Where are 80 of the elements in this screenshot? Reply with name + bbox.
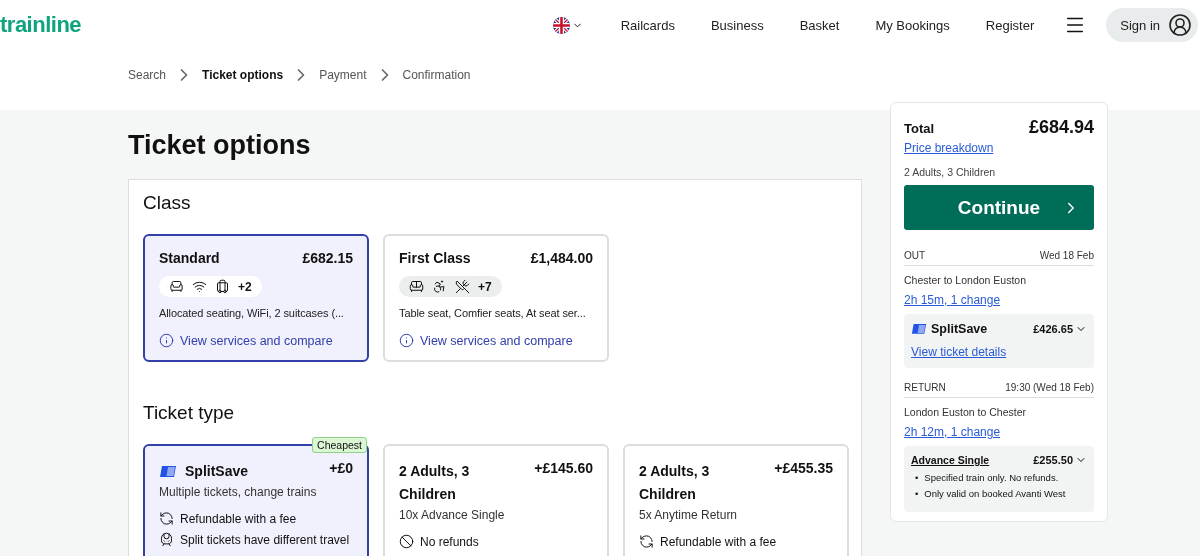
user-icon: [1168, 13, 1192, 37]
ticket-details-link[interactable]: View ticket details: [911, 345, 1007, 359]
ticket-subtitle: 5x Anytime Return: [639, 508, 739, 522]
train-icon: [159, 532, 174, 547]
breadcrumb-item[interactable]: Ticket options: [202, 68, 284, 82]
class-card[interactable]: Standard £682.15 +2 Allocated seating, WiFi, 2 suitcases (... View services and compare: [143, 234, 369, 362]
class-price: £682.15: [302, 250, 353, 266]
duration-link[interactable]: 2h 12m, 1 change: [904, 425, 1001, 439]
feature-text: Split tickets have different travel: [180, 532, 350, 547]
page-title: Ticket options: [128, 130, 312, 161]
ticket-note: Specified train only. No refunds.: [924, 472, 1059, 483]
language-selector[interactable]: [552, 16, 583, 34]
breadcrumb-item[interactable]: Confirmation: [402, 68, 471, 82]
duration-link[interactable]: 2h 15m, 1 change: [904, 293, 1001, 307]
splitsave-logo-icon: [911, 324, 927, 334]
feature-text: Refundable with a fee: [180, 511, 297, 526]
splitsave-logo-icon: [159, 465, 177, 478]
ticket-title: SplitSave: [185, 462, 249, 481]
ticket-summary-price: £255.50: [1033, 454, 1073, 466]
ticket-card[interactable]: 2 Adults, 3 Children +£455.35 5x Anytime Return Refundable with a fee: [623, 444, 849, 556]
total-label: Total: [904, 121, 935, 136]
compare-link[interactable]: View services and compare: [159, 333, 353, 348]
nav-link[interactable]: Business: [692, 17, 782, 33]
refresh-icon: [159, 511, 174, 526]
class-summary: Allocated seating, WiFi, 2 suitcases (...: [159, 307, 345, 319]
total-price: £684.94: [1028, 117, 1094, 138]
ticket-subtitle: Multiple tickets, change trains: [159, 485, 318, 499]
breadcrumb-item[interactable]: Payment: [319, 68, 367, 82]
price-breakdown-link[interactable]: Price breakdown: [904, 141, 994, 155]
section-title: Ticket type: [143, 402, 236, 424]
continue-button[interactable]: Continue: [904, 185, 1094, 230]
journey-route: Chester to London Euston: [904, 274, 1027, 286]
refresh-icon: [639, 534, 654, 549]
journey-label: OUT: [904, 250, 926, 261]
info-icon: [159, 333, 174, 348]
nav-link[interactable]: My Bookings: [857, 17, 968, 33]
sign-in-button[interactable]: Sign in: [1106, 8, 1198, 42]
seat-icon: [409, 279, 424, 294]
ticket-title: 2 Adults, 3 Children: [399, 462, 471, 504]
cheapest-badge: Cheapest: [312, 437, 367, 453]
ticket-name[interactable]: Advance Single: [911, 454, 990, 466]
passengers-text: 2 Adults, 3 Children: [904, 166, 997, 178]
luggage-icon: [215, 279, 230, 294]
feature-text: Refundable with a fee: [660, 534, 777, 549]
bullet: •: [915, 472, 919, 483]
no-entry-icon: [399, 534, 414, 549]
bullet: •: [915, 488, 919, 499]
class-price: £1,484.00: [530, 250, 593, 266]
info-icon: [399, 333, 414, 348]
wifi-icon: [192, 279, 207, 294]
ticket-note: Only valid on booked Avanti West: [924, 488, 1066, 499]
ticket-card[interactable]: 2 Adults, 3 Children +£145.60 10x Advance Single No refunds: [383, 444, 609, 556]
breadcrumb-item[interactable]: Search: [128, 68, 167, 82]
class-name: Standard: [159, 250, 220, 266]
ticket-title: 2 Adults, 3 Children: [639, 462, 711, 504]
ticket-price: +£0: [329, 460, 353, 476]
seat-icon: [169, 279, 184, 294]
section-title: Class: [143, 192, 192, 214]
cutlery-icon: [455, 279, 470, 294]
journey-label: RETURN: [904, 382, 946, 393]
journey-route: London Euston to Chester: [904, 406, 1027, 418]
class-summary: Table seat, Comfier seats, At seat ser...: [399, 307, 587, 319]
class-card[interactable]: First Class £1,484.00 +7 Table seat, Comfier seats, At seat ser... View services and compare: [383, 234, 609, 362]
journey-date: 19:30 (Wed 18 Feb): [1005, 382, 1094, 393]
journey-date: Wed 18 Feb: [1039, 250, 1094, 261]
ticket-summary-price: £426.65: [1033, 323, 1073, 335]
ticket-name: SplitSave: [931, 322, 988, 336]
ticket-price: +£145.60: [534, 460, 593, 476]
flag-icon: [552, 16, 570, 34]
compare-link[interactable]: View services and compare: [399, 333, 593, 348]
wheelchair-icon: [432, 279, 447, 294]
ticket-price: +£455.35: [774, 460, 833, 476]
class-name: First Class: [399, 250, 471, 266]
nav-link[interactable]: Basket: [781, 17, 858, 33]
more-count: +7: [478, 279, 492, 294]
nav-link[interactable]: Railcards: [602, 17, 693, 33]
ticket-subtitle: 10x Advance Single: [399, 508, 506, 522]
feature-text: No refunds: [420, 534, 479, 549]
nav-link[interactable]: Register: [967, 17, 1053, 33]
more-count: +2: [238, 279, 252, 294]
